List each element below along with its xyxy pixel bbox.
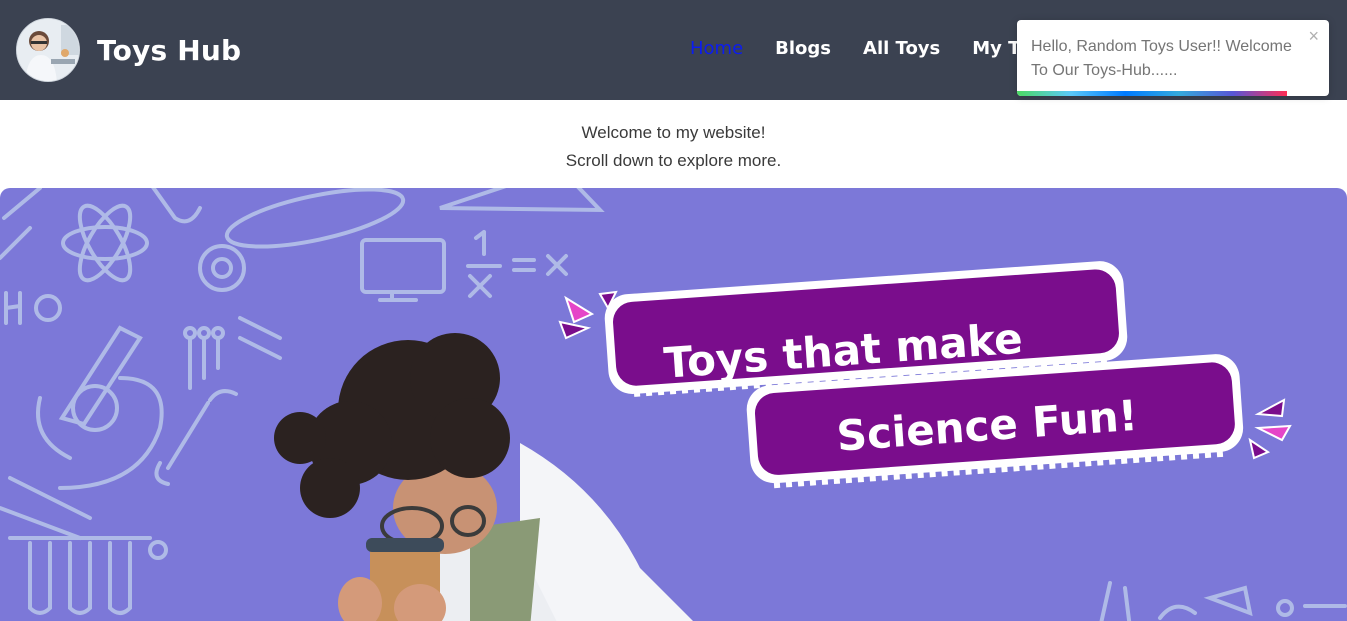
brand-name[interactable]: Toys Hub <box>97 34 241 67</box>
logo-avatar[interactable] <box>16 18 80 82</box>
child-scientist-illustration <box>274 333 693 621</box>
logo-image <box>17 19 79 81</box>
brand[interactable]: Toys Hub <box>16 18 241 82</box>
hero-banner: Toys that make Science Fun! <box>0 188 1347 621</box>
toast-notification: Hello, Random Toys User!! Welcome To Our… <box>1017 20 1329 96</box>
welcome-line: Welcome to my website! <box>581 123 766 142</box>
close-icon[interactable]: × <box>1308 26 1319 46</box>
nav-link-home[interactable]: Home <box>690 38 743 59</box>
nav-link-all-toys[interactable]: All Toys <box>863 38 940 59</box>
nav-link-blogs[interactable]: Blogs <box>775 38 831 59</box>
toast-message: Hello, Random Toys User!! Welcome To Our… <box>1031 38 1292 79</box>
welcome-section: Welcome to my website! Scroll down to ex… <box>0 119 1347 175</box>
toast-progress-bar <box>1017 91 1287 96</box>
scroll-hint: Scroll down to explore more. <box>565 151 782 170</box>
